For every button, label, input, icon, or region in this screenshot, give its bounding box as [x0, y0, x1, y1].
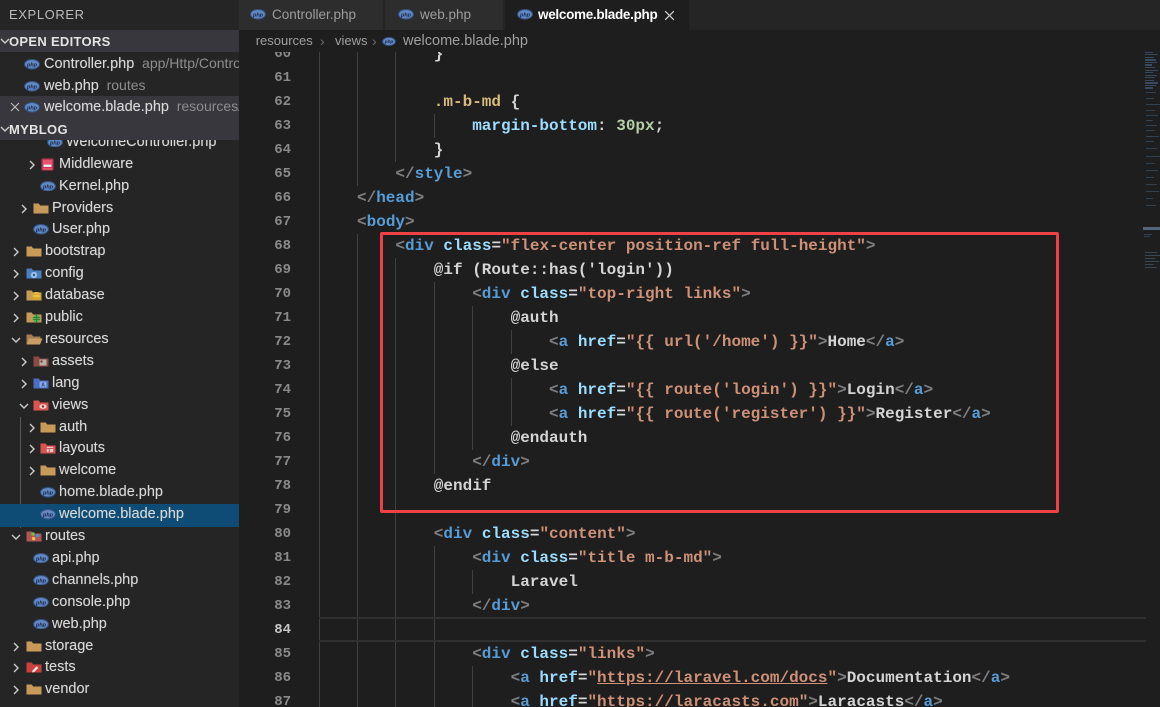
svg-text:php: php	[35, 578, 47, 584]
svg-text:php: php	[26, 62, 38, 68]
svg-text:A: A	[41, 382, 45, 388]
svg-text:php: php	[49, 140, 61, 146]
svg-text:php: php	[35, 556, 47, 562]
svg-text:php: php	[42, 490, 54, 496]
svg-text:php: php	[26, 105, 38, 111]
svg-text:php: php	[42, 512, 54, 518]
svg-text:php: php	[519, 12, 531, 18]
svg-text:php: php	[42, 184, 54, 190]
svg-text:php: php	[35, 228, 47, 234]
svg-text:php: php	[35, 622, 47, 628]
svg-text:php: php	[384, 39, 394, 44]
svg-text:php: php	[35, 600, 47, 606]
svg-text:php: php	[252, 12, 264, 18]
svg-text:php: php	[26, 84, 38, 90]
svg-text:php: php	[400, 12, 412, 18]
